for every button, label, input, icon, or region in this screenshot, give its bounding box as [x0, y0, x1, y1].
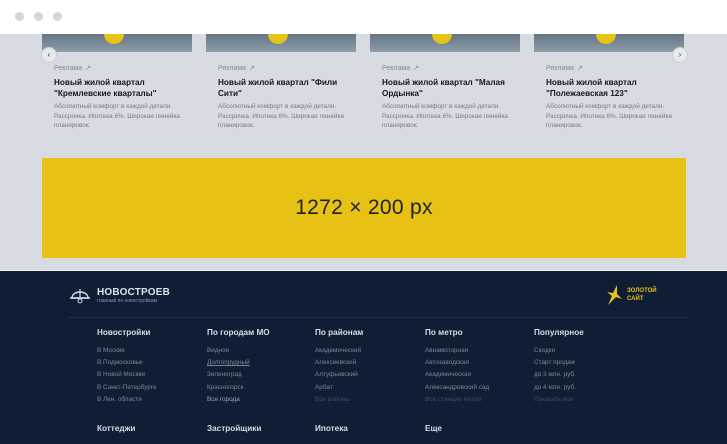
footer-column-districts: По районам Академический Алексеевский Ал… [315, 327, 425, 406]
footer-link[interactable]: Долгопрудный [207, 357, 317, 369]
footer-heading-cottages[interactable]: Коттеджи [97, 424, 135, 433]
promo-badge-icon [596, 34, 616, 44]
footer-heading-more[interactable]: Еще [425, 424, 442, 433]
external-link-icon: ↗ [85, 65, 91, 72]
card-description: Абсолютный комфорт в каждой детали. Расс… [54, 103, 180, 130]
footer-link[interactable]: В Новой Москве [97, 369, 207, 381]
column-title[interactable]: Популярное [534, 327, 644, 339]
banner-size-label: 1272 × 200 px [295, 196, 433, 219]
show-all-link[interactable]: Все районы [315, 394, 425, 406]
footer-column-cities: По городам МО Видное Долгопрудный Зелено… [207, 327, 317, 406]
browser-titlebar [0, 0, 727, 34]
card-title[interactable]: Новый жилой квартал "Малая Ордынка" [382, 77, 518, 99]
promo-card[interactable]: Реклама ↗ Новый жилой квартал "Малая Орды… [368, 34, 520, 150]
footer-link[interactable]: до 3 млн. руб. [534, 369, 644, 381]
ad-banner[interactable]: 1272 × 200 px [42, 158, 686, 258]
card-image [370, 34, 520, 52]
logo-name[interactable]: НОВОСТРОЕВ [97, 287, 170, 298]
footer-heading-developers[interactable]: Застройщики [207, 424, 261, 433]
footer-link[interactable]: Красногорск [207, 382, 317, 394]
footer-link[interactable]: Александровский сад [425, 382, 535, 394]
column-title[interactable]: По городам МО [207, 327, 317, 339]
footer-link[interactable]: Авиамоторная [425, 345, 535, 357]
carousel-next-button[interactable]: › [672, 47, 688, 63]
footer-link[interactable]: Арбат [315, 382, 425, 394]
footer-link[interactable]: В Лен. области [97, 394, 207, 406]
card-image [42, 34, 192, 52]
footer-column-popular: Популярное Скидки Старт продаж до 3 млн.… [534, 327, 644, 406]
show-all-link[interactable]: Показать все [534, 394, 644, 406]
footer-link[interactable]: Академическая [425, 369, 535, 381]
footer-link[interactable]: Старт продаж [534, 357, 644, 369]
card-title[interactable]: Новый жилой квартал "Фили Сити" [218, 77, 354, 99]
footer-link[interactable]: В Подмосковье [97, 357, 207, 369]
promo-card[interactable]: Реклама ↗ Новый жилой квартал "Кремлевски… [40, 34, 192, 150]
window-dot-icon [53, 12, 62, 21]
ad-label: Реклама ↗ [218, 65, 255, 72]
card-description: Абсолютный комфорт в каждой детали. Расс… [546, 103, 672, 130]
promo-card[interactable]: Реклама ↗ Новый жилой квартал "Фили Сити"… [204, 34, 356, 150]
footer-link[interactable]: Зеленоград [207, 369, 317, 381]
carousel-prev-button[interactable]: ‹ [41, 47, 57, 63]
external-link-icon: ↗ [249, 65, 255, 72]
show-all-link[interactable]: Все города [207, 394, 317, 406]
golden-site-award-icon [607, 285, 622, 305]
promo-card[interactable]: Реклама ↗ Новый жилой квартал "Полежаевск… [532, 34, 684, 150]
promo-carousel: Реклама ↗ Новый жилой квартал "Кремлевски… [40, 34, 688, 150]
window-dot-icon [15, 12, 24, 21]
footer-heading-mortgage[interactable]: Ипотека [315, 424, 348, 433]
footer-column-metro: По метро Авиамоторная Автозаводская Акад… [425, 327, 535, 406]
chevron-left-icon: ‹ [47, 50, 51, 59]
footer-divider [68, 317, 688, 318]
card-description: Абсолютный комфорт в каждой детали. Расс… [218, 103, 344, 130]
card-title[interactable]: Новый жилой квартал "Полежаевская 123" [546, 77, 682, 99]
footer-link[interactable]: Алтуфьевский [315, 369, 425, 381]
footer-link[interactable]: В Москве [97, 345, 207, 357]
ad-label: Реклама ↗ [54, 65, 91, 72]
helmet-logo-icon[interactable] [69, 284, 91, 304]
column-title[interactable]: По метро [425, 327, 535, 339]
show-all-link[interactable]: Все станции метро [425, 394, 535, 406]
card-description: Абсолютный комфорт в каждой детали. Расс… [382, 103, 508, 130]
column-title[interactable]: Новостройки [97, 327, 207, 339]
column-title[interactable]: По районам [315, 327, 425, 339]
promo-badge-icon [104, 34, 124, 44]
award-label: ЗОЛОТОЙ САЙТ [627, 288, 657, 302]
footer-link[interactable]: В Санкт-Петербурге [97, 382, 207, 394]
footer-link[interactable]: Алексеевский [315, 357, 425, 369]
ad-label: Реклама ↗ [382, 65, 419, 72]
card-image [534, 34, 684, 52]
site-footer: НОВОСТРОЕВ главный по новостройкам ЗОЛОТ… [0, 271, 727, 444]
chevron-right-icon: › [678, 50, 682, 59]
footer-link[interactable]: Академический [315, 345, 425, 357]
external-link-icon: ↗ [413, 65, 419, 72]
card-title[interactable]: Новый жилой квартал "Кремлевские квартал… [54, 77, 190, 99]
footer-link[interactable]: Видное [207, 345, 317, 357]
ad-label: Реклама ↗ [546, 65, 583, 72]
external-link-icon: ↗ [577, 65, 583, 72]
promo-badge-icon [268, 34, 288, 44]
footer-column-novostroyki: Новостройки В Москве В Подмосковье В Нов… [97, 327, 207, 406]
footer-link[interactable]: до 4 млн. руб. [534, 382, 644, 394]
logo-tagline: главный по новостройкам [97, 298, 158, 304]
card-image [206, 34, 356, 52]
footer-link[interactable]: Скидки [534, 345, 644, 357]
promo-badge-icon [432, 34, 452, 44]
footer-link[interactable]: Автозаводская [425, 357, 535, 369]
window-dot-icon [34, 12, 43, 21]
